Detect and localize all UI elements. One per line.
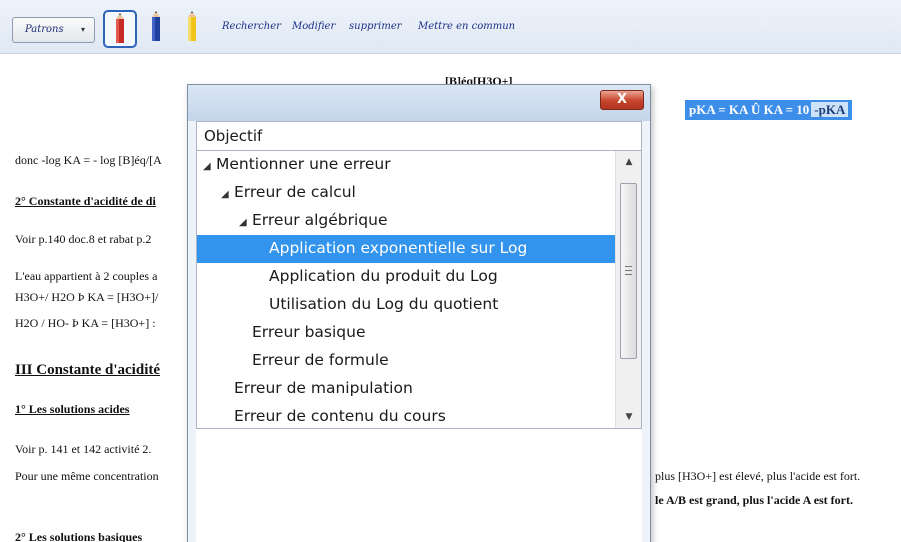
scrollbar-thumb[interactable] <box>620 183 637 359</box>
patrons-label: Patrons <box>25 24 64 35</box>
doc-line: H3O+/ H2O Þ KA = [H3O+]/ <box>15 290 159 304</box>
tree-item-label: Application du produit du Log <box>269 267 498 285</box>
tree-item-label: Erreur de manipulation <box>234 379 413 397</box>
tree-item[interactable]: ◢ Mentionner une erreur <box>197 151 615 179</box>
expand-triangle-icon[interactable]: ◢ <box>221 181 234 208</box>
doc-line: Voir p. 141 et 142 activité 2. <box>15 442 152 456</box>
tree-item-label: Erreur de formule <box>252 351 389 369</box>
chevron-down-icon: ▾ <box>80 25 85 34</box>
formula-text: pKA = KA Û KA = 10 <box>689 102 810 117</box>
doc-line: le A/B est grand, plus l'acide A est for… <box>655 493 853 507</box>
tree-item-label: Erreur basique <box>252 323 366 341</box>
tree-item[interactable]: Erreur de formule <box>197 347 615 375</box>
objectif-tree[interactable]: ◢ Mentionner une erreur ◢ Erreur de calcul ◢… <box>196 151 642 429</box>
close-button[interactable]: X <box>600 90 644 110</box>
tree-item[interactable]: Application du produit du Log <box>197 263 615 291</box>
red-pencil-button[interactable] <box>103 10 137 48</box>
blue-pencil-button[interactable] <box>141 10 175 48</box>
tree-item[interactable]: Erreur de manipulation <box>197 375 615 403</box>
tree-item[interactable]: Erreur basique <box>197 319 615 347</box>
tree-item[interactable]: Erreur de contenu du cours <box>197 403 615 428</box>
mettre-en-commun-link[interactable]: Mettre en commun <box>418 21 515 32</box>
tree-item-label: Erreur de contenu du cours <box>234 407 446 425</box>
grip-line <box>625 274 632 275</box>
doc-line: H2O / HO- Þ KA = [H3O+] : <box>15 316 156 330</box>
tree-item[interactable]: ◢ Erreur de calcul <box>197 179 615 207</box>
tree-item[interactable]: Application exponentielle sur Log <box>197 235 615 263</box>
dialog-titlebar[interactable]: X <box>188 85 650 121</box>
section-heading: III Constante d'acidité <box>15 362 161 378</box>
scroll-down-icon[interactable]: ▼ <box>616 406 641 428</box>
blue-pencil-icon <box>152 11 160 41</box>
tree-item-label: Mentionner une erreur <box>216 155 391 173</box>
section-heading: 2° Constante d'acidité de di <box>15 194 156 208</box>
tree-scrollbar[interactable]: ▲ ▼ <box>615 151 641 428</box>
highlighted-formula: pKA = KA Û KA = 10 -pKA <box>685 100 853 120</box>
tree-item-label: Erreur algébrique <box>252 211 388 229</box>
objectif-header: Objectif <box>196 121 642 151</box>
supprimer-link[interactable]: supprimer <box>349 21 402 32</box>
red-pencil-icon <box>116 13 124 43</box>
doc-line: plus [H3O+] est élevé, plus l'acide est … <box>655 469 861 483</box>
dialog-body: Objectif ◢ Mentionner une erreur ◢ Erreur d… <box>196 121 642 542</box>
sub-heading: 1° Les solutions acides <box>15 402 130 416</box>
grip-line <box>625 270 632 271</box>
doc-line: donc -log KA = - log [B]éq/[A <box>15 153 162 167</box>
toolbar: Patrons ▾ Rechercher Modifier supprimer … <box>0 0 901 54</box>
yellow-pencil-button[interactable] <box>177 10 211 48</box>
scroll-up-icon[interactable]: ▲ <box>616 151 641 173</box>
tree-item[interactable]: ◢ Erreur algébrique <box>197 207 615 235</box>
expand-triangle-icon[interactable]: ◢ <box>239 209 252 236</box>
modifier-link[interactable]: Modifier <box>292 21 335 32</box>
doc-line: Voir p.140 doc.8 et rabat p.2 <box>15 232 152 246</box>
tree-item-label: Application exponentielle sur Log <box>269 239 528 257</box>
sub-heading: 2° Les solutions basiques <box>15 530 143 542</box>
objectif-dialog: X Objectif ◢ Mentionner une erreur ◢ Erreur… <box>187 84 651 542</box>
expand-triangle-icon[interactable]: ◢ <box>203 153 216 180</box>
close-icon: X <box>616 92 628 107</box>
doc-line: Pour une même concentration <box>15 469 159 483</box>
yellow-pencil-icon <box>188 11 196 41</box>
patrons-dropdown-button[interactable]: Patrons ▾ <box>12 17 95 43</box>
grip-line <box>625 266 632 267</box>
tree-item-label: Utilisation du Log du quotient <box>269 295 499 313</box>
tree-item-label: Erreur de calcul <box>234 183 356 201</box>
rechercher-link[interactable]: Rechercher <box>222 21 281 32</box>
formula-exponent: -pKA <box>811 102 849 117</box>
tree-item[interactable]: Utilisation du Log du quotient <box>197 291 615 319</box>
doc-line: L'eau appartient à 2 couples a <box>15 269 158 283</box>
